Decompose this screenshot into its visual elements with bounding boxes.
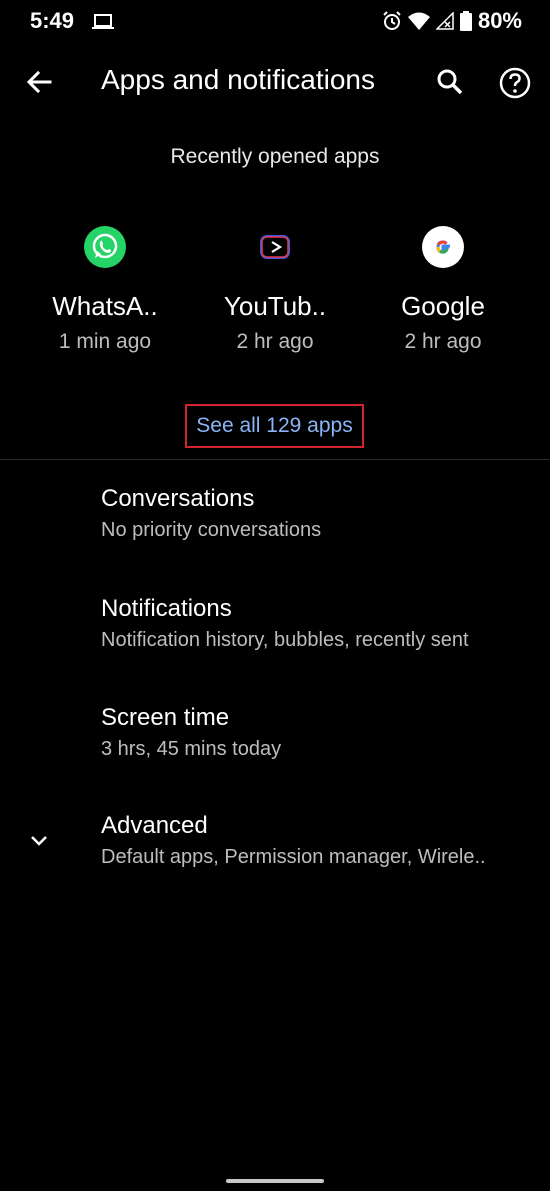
setting-advanced[interactable]: Advanced Default apps, Permission manage… <box>101 812 541 869</box>
app-name: WhatsA.. <box>52 291 158 321</box>
back-arrow-icon[interactable] <box>24 66 56 98</box>
gesture-nav-handle[interactable] <box>226 1179 324 1183</box>
app-last-opened: 2 hr ago <box>404 330 482 353</box>
setting-title: Conversations <box>101 485 255 512</box>
status-time: 5:49 <box>30 8 75 33</box>
wifi-icon <box>407 12 430 30</box>
battery-percentage: 80% <box>477 8 522 33</box>
battery-icon <box>459 11 472 31</box>
app-name: Google <box>401 291 485 321</box>
app-name: YouTub.. <box>223 291 327 321</box>
setting-title: Screen time <box>101 704 230 731</box>
setting-subtitle: Notification history, bubbles, recently … <box>101 629 469 651</box>
page-title: Apps and notifications <box>101 64 375 95</box>
setting-subtitle: Default apps, Permission manager, Wirele… <box>101 846 486 868</box>
search-icon[interactable] <box>434 66 466 98</box>
recent-app-google[interactable]: Google 2 hr ago <box>358 225 528 354</box>
recent-apps-header: Recently opened apps <box>170 145 380 168</box>
setting-screen-time[interactable]: Screen time 3 hrs, 45 mins today <box>101 704 541 761</box>
divider <box>0 459 550 460</box>
app-last-opened: 1 min ago <box>58 330 152 353</box>
see-all-apps-link[interactable]: See all 129 apps <box>185 404 364 448</box>
status-bar: 5:49 80% <box>0 0 550 46</box>
recent-app-youtube[interactable]: YouTub.. 2 hr ago <box>190 225 360 354</box>
chevron-down-icon[interactable] <box>28 830 50 852</box>
google-icon <box>422 226 464 268</box>
youtube-icon <box>260 235 290 259</box>
setting-notifications[interactable]: Notifications Notification history, bubb… <box>101 595 541 652</box>
alarm-icon <box>383 11 401 30</box>
whatsapp-icon <box>84 226 126 268</box>
app-last-opened: 2 hr ago <box>236 330 314 353</box>
setting-conversations[interactable]: Conversations No priority conversations <box>101 485 541 542</box>
cell-signal-icon <box>435 12 454 30</box>
recent-app-whatsapp[interactable]: WhatsA.. 1 min ago <box>20 225 190 354</box>
setting-subtitle: 3 hrs, 45 mins today <box>101 738 282 760</box>
setting-title: Notifications <box>101 595 232 622</box>
setting-subtitle: No priority conversations <box>101 519 322 541</box>
help-icon[interactable] <box>498 66 532 100</box>
setting-title: Advanced <box>101 812 208 839</box>
app-bar: Apps and notifications <box>0 52 550 112</box>
laptop-icon <box>92 14 114 29</box>
